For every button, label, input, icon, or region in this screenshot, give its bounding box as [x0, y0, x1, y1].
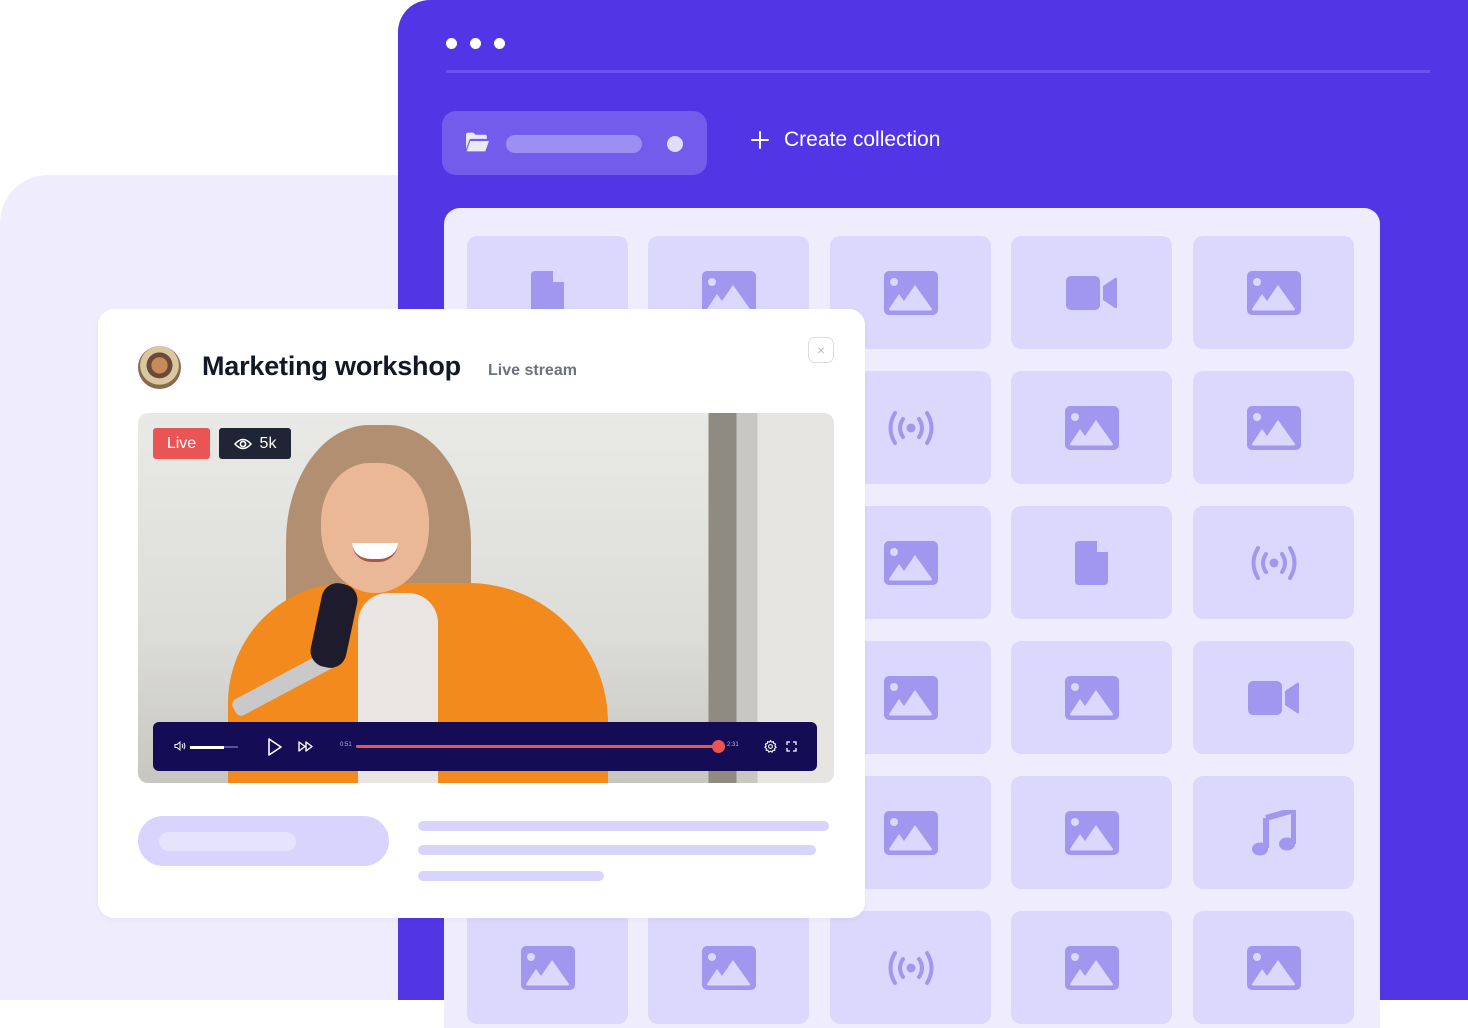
- avatar[interactable]: [138, 346, 181, 389]
- live-icon: [885, 950, 937, 985]
- collection-selector[interactable]: [442, 111, 707, 175]
- seek-handle[interactable]: [712, 740, 726, 753]
- image-icon: [883, 675, 938, 720]
- media-tile-video[interactable]: [1193, 641, 1354, 754]
- collection-name-placeholder: [506, 135, 642, 153]
- volume-icon[interactable]: [174, 741, 186, 751]
- video-icon: [1247, 680, 1300, 715]
- image-icon: [1064, 810, 1119, 855]
- viewer-count-badge: 5k: [219, 428, 291, 459]
- video-frame-content: [321, 463, 429, 593]
- action-button-placeholder[interactable]: [138, 816, 389, 866]
- viewer-count: 5k: [259, 434, 277, 452]
- description-line-placeholder: [418, 871, 604, 881]
- close-button[interactable]: ×: [808, 337, 834, 363]
- media-tile-image[interactable]: [467, 911, 628, 1024]
- image-icon: [1246, 405, 1301, 450]
- modal-title: Marketing workshop: [202, 351, 461, 381]
- media-tile-video[interactable]: [1011, 236, 1172, 349]
- create-collection-label: Create collection: [784, 128, 941, 151]
- volume-slider[interactable]: [190, 745, 238, 749]
- window-dot[interactable]: [494, 38, 505, 49]
- live-icon: [1248, 545, 1300, 580]
- video-player[interactable]: Live 5k 0:51 2:31: [138, 413, 834, 783]
- modal-subtitle: Live stream: [488, 362, 577, 379]
- current-time: 0:51: [340, 742, 352, 748]
- button-label-placeholder: [159, 832, 296, 851]
- player-controls: 0:51 2:31: [153, 722, 817, 771]
- description-line-placeholder: [418, 821, 829, 831]
- file-icon: [531, 270, 564, 315]
- media-tile-image[interactable]: [1011, 641, 1172, 754]
- window-dot[interactable]: [446, 38, 457, 49]
- description-line-placeholder: [418, 845, 816, 855]
- create-collection-button[interactable]: Create collection: [750, 128, 940, 152]
- image-icon: [701, 945, 756, 990]
- plus-icon: [750, 130, 770, 150]
- live-icon: [885, 410, 937, 445]
- media-tile-image[interactable]: [1011, 776, 1172, 889]
- file-icon: [1075, 540, 1108, 585]
- media-tile-image[interactable]: [1193, 236, 1354, 349]
- media-tile-live[interactable]: [830, 911, 991, 1024]
- live-stream-modal: Marketing workshop Live stream × Live 5k: [98, 309, 865, 918]
- eye-icon: [233, 438, 252, 449]
- media-tile-image[interactable]: [648, 911, 809, 1024]
- total-time: 2:31: [727, 742, 739, 748]
- folder-open-icon: [466, 132, 489, 152]
- video-icon: [1065, 275, 1118, 310]
- settings-gear-icon[interactable]: [764, 740, 777, 753]
- music-icon: [1251, 809, 1296, 856]
- fullscreen-icon[interactable]: [786, 741, 797, 752]
- seek-bar[interactable]: [356, 740, 726, 753]
- media-tile-image[interactable]: [1193, 911, 1354, 1024]
- fast-forward-icon[interactable]: [298, 741, 314, 752]
- image-icon: [883, 540, 938, 585]
- media-tile-image[interactable]: [1011, 911, 1172, 1024]
- image-icon: [1246, 270, 1301, 315]
- image-icon: [701, 270, 756, 315]
- live-badge: Live: [153, 428, 210, 459]
- media-tile-image[interactable]: [1193, 371, 1354, 484]
- volume-level: [190, 745, 224, 749]
- image-icon: [1064, 675, 1119, 720]
- play-icon[interactable]: [267, 737, 283, 757]
- close-icon: ×: [816, 342, 826, 358]
- media-tile-music[interactable]: [1193, 776, 1354, 889]
- image-icon: [1064, 945, 1119, 990]
- image-icon: [883, 270, 938, 315]
- image-icon: [1064, 405, 1119, 450]
- seek-progress: [356, 745, 719, 748]
- media-tile-image[interactable]: [1011, 371, 1172, 484]
- image-icon: [883, 810, 938, 855]
- media-tile-file[interactable]: [1011, 506, 1172, 619]
- image-icon: [1246, 945, 1301, 990]
- window-controls: [446, 38, 505, 49]
- collection-status-dot: [667, 136, 683, 152]
- header-divider: [446, 70, 1430, 73]
- image-icon: [520, 945, 575, 990]
- media-tile-live[interactable]: [1193, 506, 1354, 619]
- window-dot[interactable]: [470, 38, 481, 49]
